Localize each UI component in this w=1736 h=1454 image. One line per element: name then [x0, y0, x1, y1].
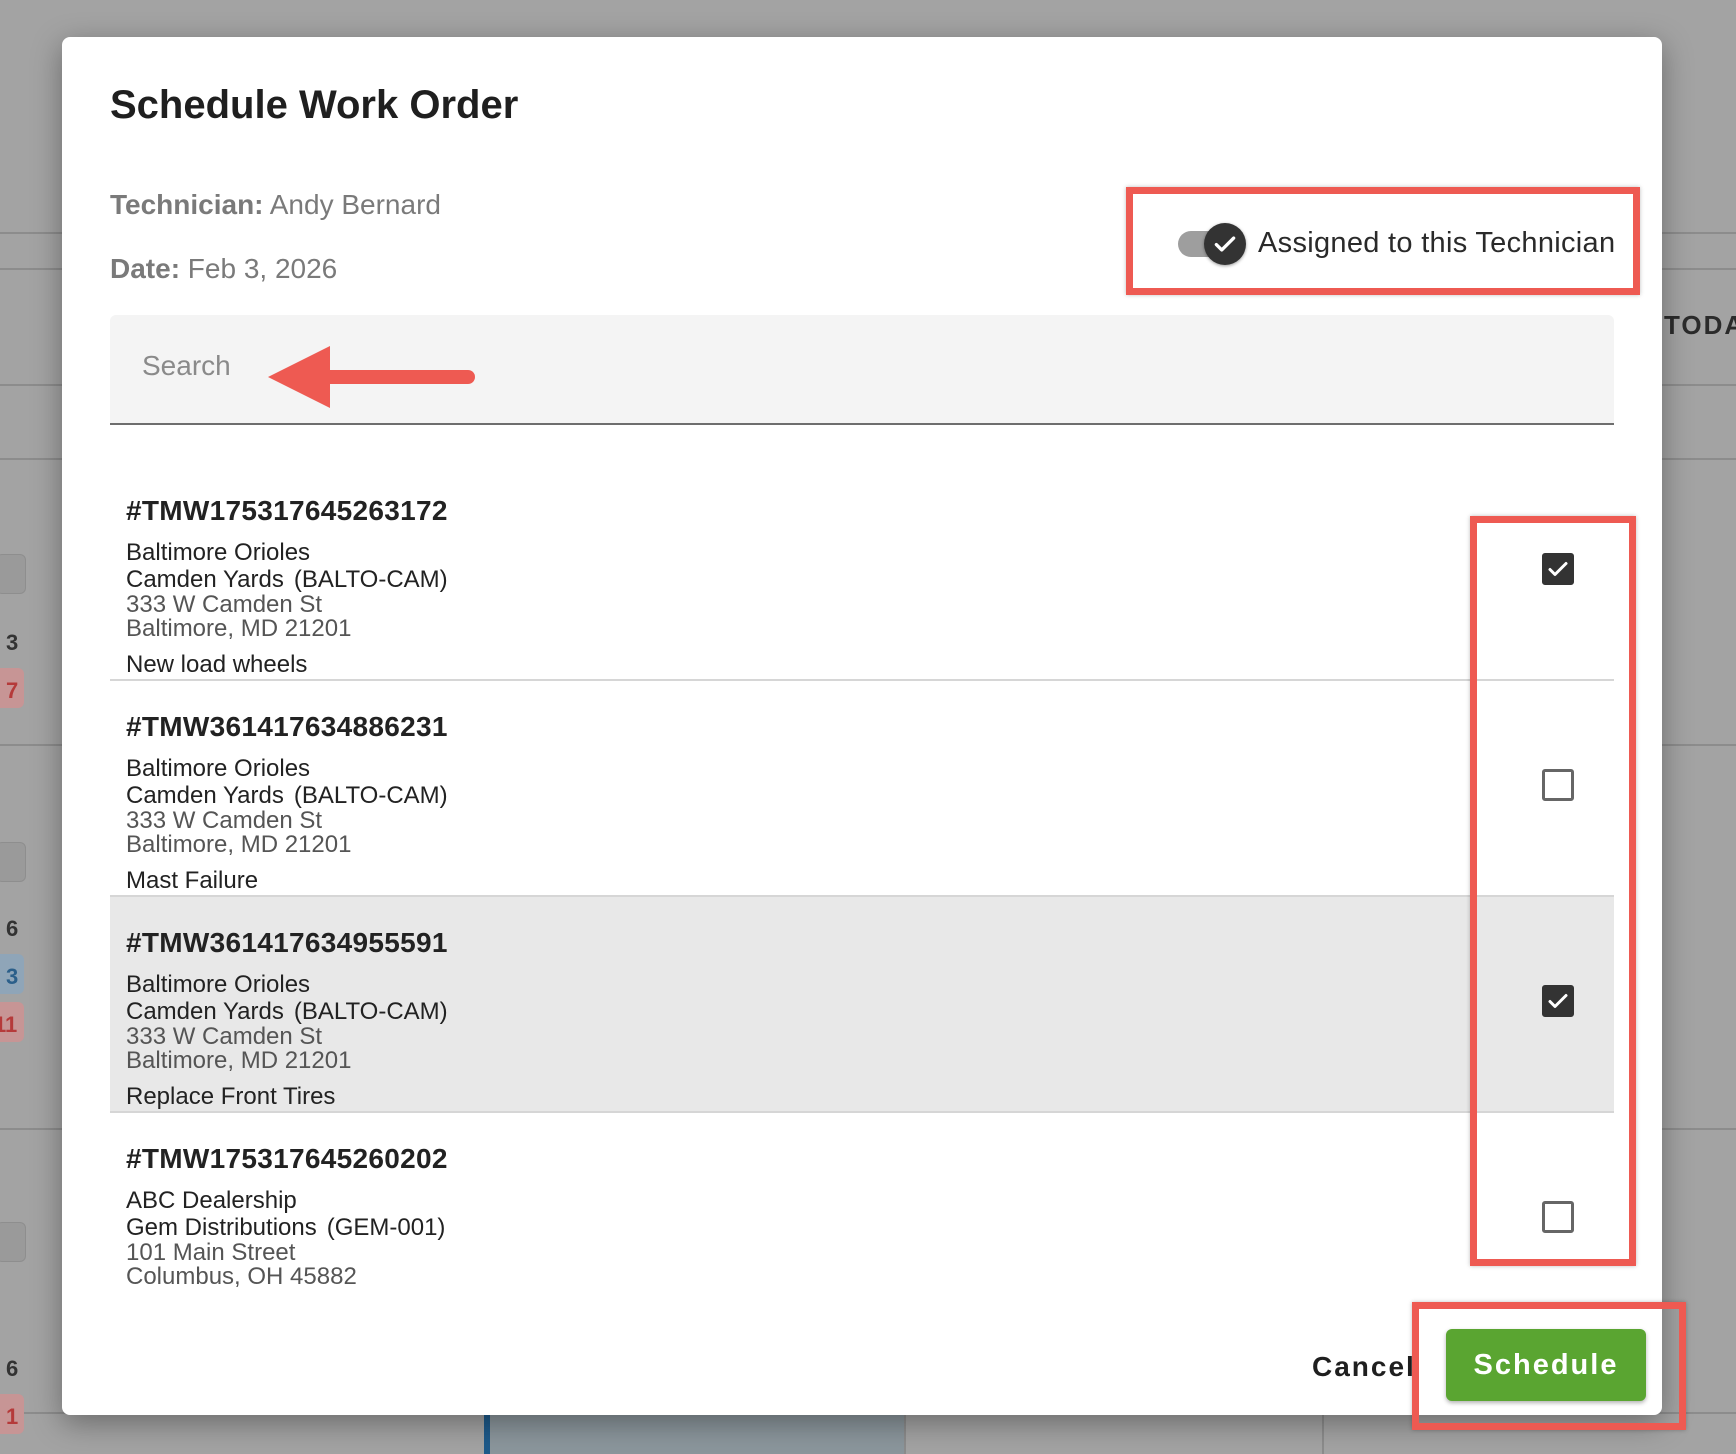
date-value: Feb 3, 2026: [187, 253, 338, 284]
bg-chip: [0, 1222, 26, 1262]
bg-chip: [0, 554, 26, 594]
work-order-id: #TMW175317645260202: [126, 1143, 448, 1174]
work-order-checkbox[interactable]: [1542, 553, 1574, 585]
work-order-row[interactable]: #TMW175317645260202 ABC Dealership Gem D…: [110, 1113, 1614, 1303]
toggle-label: Assigned to this Technician: [1258, 227, 1616, 259]
site-name: Camden Yards (BALTO-CAM): [126, 566, 1614, 593]
cancel-button[interactable]: Cancel: [1312, 1343, 1416, 1391]
bg-count: 11: [0, 1012, 18, 1037]
work-order-description: Mast Failure: [126, 867, 259, 894]
dialog-title: Schedule Work Order: [110, 83, 519, 127]
bg-count: 7: [6, 678, 19, 703]
customer-name: Baltimore Orioles: [126, 539, 311, 566]
site-label: Camden Yards: [126, 998, 284, 1025]
work-order-id: #TMW361417634955591: [126, 927, 448, 958]
bg-count: 3: [6, 630, 19, 655]
bg-chip: [0, 842, 26, 882]
site-name: Camden Yards (BALTO-CAM): [126, 998, 1614, 1025]
search-field[interactable]: [110, 315, 1614, 425]
bg-count: 6: [6, 916, 19, 941]
bg-count: 6: [6, 1356, 19, 1381]
work-order-checkbox[interactable]: [1542, 769, 1574, 801]
search-input[interactable]: [142, 343, 1242, 389]
schedule-button[interactable]: Schedule: [1446, 1329, 1646, 1401]
site-code: (BALTO-CAM): [293, 782, 448, 809]
street-address: 333 W Camden St: [126, 591, 323, 618]
customer-name: Baltimore Orioles: [126, 971, 311, 998]
site-code: (BALTO-CAM): [293, 566, 448, 593]
city-address: Baltimore, MD 21201: [126, 1047, 352, 1074]
city-address: Baltimore, MD 21201: [126, 615, 352, 642]
work-order-description: New load wheels: [126, 651, 308, 678]
check-icon: [1548, 994, 1568, 1008]
street-address: 333 W Camden St: [126, 1023, 323, 1050]
site-code: (GEM-001): [326, 1214, 446, 1241]
work-order-list[interactable]: #TMW175317645263172 Baltimore Orioles Ca…: [110, 465, 1614, 1303]
site-name: Camden Yards (BALTO-CAM): [126, 782, 1614, 809]
bg-count: 1: [6, 1404, 19, 1429]
check-icon: [1548, 562, 1568, 576]
bg-today-label: TODA: [1664, 310, 1736, 340]
date-label: Date:: [110, 253, 181, 284]
work-order-id: #TMW361417634886231: [126, 711, 448, 742]
date-row: Date: Feb 3, 2026: [110, 253, 337, 285]
city-address: Baltimore, MD 21201: [126, 831, 352, 858]
work-order-row[interactable]: #TMW361417634955591 Baltimore Orioles Ca…: [110, 897, 1614, 1113]
street-address: 101 Main Street: [126, 1239, 296, 1266]
site-name: Gem Distributions (GEM-001): [126, 1214, 1614, 1241]
technician-value: Andy Bernard: [269, 189, 441, 220]
customer-name: Baltimore Orioles: [126, 755, 311, 782]
technician-row: Technician: Andy Bernard: [110, 189, 441, 221]
bg-divider: [904, 1414, 906, 1454]
work-order-checkbox[interactable]: [1542, 1201, 1574, 1233]
site-code: (BALTO-CAM): [293, 998, 448, 1025]
schedule-work-order-dialog: Schedule Work Order Technician: Andy Ber…: [62, 37, 1662, 1415]
assigned-toggle[interactable]: Assigned to this Technician: [1178, 222, 1616, 265]
toggle-track[interactable]: [1178, 222, 1246, 265]
technician-label: Technician:: [110, 189, 264, 220]
work-order-id: #TMW175317645263172: [126, 495, 448, 526]
bg-count: 3: [6, 964, 19, 989]
bg-calendar-event: [484, 1414, 904, 1454]
site-label: Camden Yards: [126, 782, 284, 809]
work-order-checkbox[interactable]: [1542, 985, 1574, 1017]
street-address: 333 W Camden St: [126, 807, 323, 834]
work-order-description: Replace Front Tires: [126, 1083, 336, 1110]
bg-divider: [1322, 1414, 1324, 1454]
customer-name: ABC Dealership: [126, 1187, 297, 1214]
work-order-row[interactable]: #TMW361417634886231 Baltimore Orioles Ca…: [110, 681, 1614, 897]
work-order-row[interactable]: #TMW175317645263172 Baltimore Orioles Ca…: [110, 465, 1614, 681]
city-address: Columbus, OH 45882: [126, 1263, 357, 1290]
site-label: Gem Distributions: [126, 1214, 317, 1241]
site-label: Camden Yards: [126, 566, 284, 593]
check-icon: [1204, 222, 1246, 265]
